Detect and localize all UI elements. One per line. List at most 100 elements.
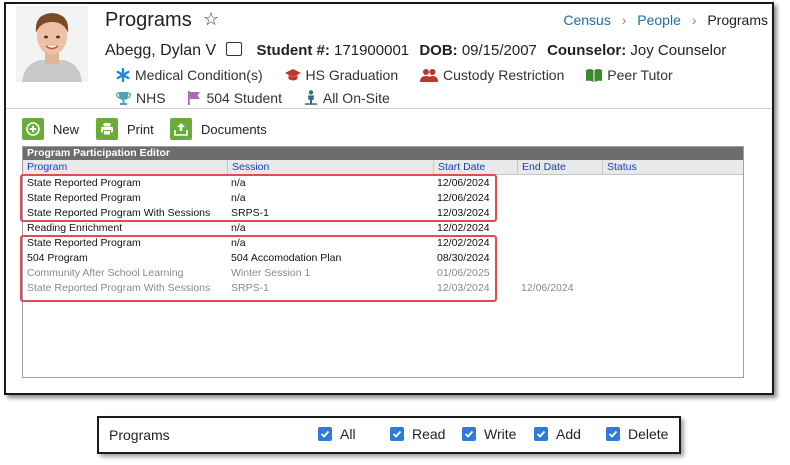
new-button[interactable]: New	[22, 118, 79, 140]
program-cell: State Reported Program With Sessions	[27, 282, 211, 294]
table-row-inactive[interactable]: Community After School Learning Winter S…	[23, 266, 743, 281]
flag-504-student[interactable]: 504 Student	[187, 87, 282, 110]
session-cell: SRPS-1	[231, 207, 269, 219]
flag-nhs[interactable]: NHS	[116, 87, 166, 110]
program-cell: State Reported Program	[27, 177, 141, 189]
program-cell: State Reported Program	[27, 192, 141, 204]
checkbox-label: Write	[484, 426, 517, 442]
checkbox-checked-icon	[606, 427, 620, 441]
column-header-end-date[interactable]: End Date	[517, 160, 566, 174]
breadcrumb-programs: Programs	[707, 12, 768, 28]
start-date-cell: 12/03/2024	[437, 282, 490, 294]
checkbox-write[interactable]: Write	[462, 426, 516, 442]
student-name: Abegg, Dylan V	[105, 42, 217, 59]
dob-label: DOB:	[419, 42, 458, 59]
flag-label: Peer Tutor	[607, 66, 673, 83]
checkbox-read[interactable]: Read	[390, 426, 445, 442]
dob-value: 09/15/2007	[461, 42, 537, 59]
chevron-right-icon: ›	[621, 12, 627, 28]
student-photo	[16, 6, 88, 82]
favorite-star-icon[interactable]: ☆	[203, 9, 219, 30]
flag-all-on-site[interactable]: All On-Site	[304, 86, 390, 109]
breadcrumb-census[interactable]: Census	[563, 12, 610, 28]
table-row-inactive[interactable]: State Reported Program With Sessions SRP…	[23, 281, 743, 296]
documents-button[interactable]: Documents	[170, 118, 267, 140]
trophy-icon	[116, 91, 131, 105]
person-icon	[304, 90, 318, 105]
flag-custody-restriction[interactable]: Custody Restriction	[420, 63, 564, 86]
counselor-value: Joy Counselor	[630, 42, 727, 59]
tool-rights-bar: Programs All Read Write Add Delete	[97, 416, 681, 454]
start-date-cell: 12/02/2024	[437, 237, 490, 249]
editor-column-headers: Program Session Start Date End Date Stat…	[23, 160, 743, 175]
session-cell: Winter Session 1	[231, 267, 311, 279]
people-icon	[420, 68, 438, 82]
session-cell: n/a	[231, 192, 246, 204]
documents-button-label: Documents	[201, 121, 267, 137]
start-date-cell: 12/06/2024	[437, 192, 490, 204]
flag-peer-tutor[interactable]: Peer Tutor	[586, 63, 673, 86]
checkbox-checked-icon	[462, 427, 476, 441]
table-row[interactable]: State Reported Program n/a 12/02/2024	[23, 236, 743, 251]
session-cell: 504 Accomodation Plan	[231, 252, 342, 264]
checkbox-label: All	[340, 426, 356, 442]
student-number: 171900001	[334, 42, 410, 59]
checkbox-checked-icon	[534, 427, 548, 441]
print-button-label: Print	[127, 121, 154, 137]
student-flags: Medical Condition(s) HS Graduation Custo…	[116, 63, 736, 110]
table-row[interactable]: State Reported Program n/a 12/06/2024	[23, 191, 743, 206]
table-row[interactable]: 504 Program 504 Accomodation Plan 08/30/…	[23, 251, 743, 266]
column-header-status[interactable]: Status	[602, 160, 637, 174]
flag-label: All On-Site	[322, 89, 390, 106]
counselor-label: Counselor:	[547, 42, 627, 59]
checkbox-label: Read	[412, 426, 446, 442]
flag-medical-conditions[interactable]: Medical Condition(s)	[116, 63, 263, 86]
program-cell: 504 Program	[27, 252, 88, 264]
editor-title: Program Participation Editor	[23, 147, 743, 160]
header-divider	[6, 108, 772, 109]
checkbox-label: Delete	[628, 426, 669, 442]
checkbox-label: Add	[556, 426, 581, 442]
column-header-start-date[interactable]: Start Date	[433, 160, 485, 174]
graduation-cap-icon	[284, 68, 301, 82]
programs-window: Programs ☆ Census › People › Programs Ab…	[4, 2, 774, 395]
checkbox-checked-icon	[390, 427, 404, 441]
flag-label: Custody Restriction	[443, 66, 565, 83]
printer-icon	[96, 118, 118, 140]
checkbox-delete[interactable]: Delete	[606, 426, 668, 442]
column-header-program[interactable]: Program	[23, 160, 67, 174]
student-number-label: Student #:	[256, 42, 330, 59]
asterisk-icon	[116, 67, 130, 82]
table-row[interactable]: State Reported Program With Sessions SRP…	[23, 206, 743, 221]
table-row[interactable]: Reading Enrichment n/a 12/02/2024	[23, 221, 743, 236]
flag-label: NHS	[136, 90, 166, 106]
checkbox-all[interactable]: All	[318, 426, 356, 442]
upload-icon	[170, 118, 192, 140]
program-cell: Community After School Learning	[27, 267, 184, 279]
program-cell: State Reported Program With Sessions	[27, 207, 211, 219]
tool-rights-title: Programs	[109, 427, 170, 443]
breadcrumb-people[interactable]: People	[637, 12, 681, 28]
checkbox-checked-icon	[318, 427, 332, 441]
flag-label: 504 Student	[206, 90, 282, 106]
editor-rows: State Reported Program n/a 12/06/2024 St…	[23, 175, 743, 296]
table-row[interactable]: State Reported Program n/a 12/06/2024	[23, 176, 743, 191]
breadcrumb: Census › People › Programs	[563, 12, 768, 28]
start-date-cell: 12/06/2024	[437, 177, 490, 189]
student-info: Abegg, Dylan V Student #: 171900001 DOB:…	[105, 42, 726, 60]
flag-hs-graduation[interactable]: HS Graduation	[284, 63, 398, 86]
start-date-cell: 12/03/2024	[437, 207, 490, 219]
new-button-label: New	[53, 121, 80, 137]
id-card-icon[interactable]	[226, 42, 243, 56]
column-header-session[interactable]: Session	[227, 160, 269, 174]
chevron-right-icon: ›	[691, 12, 697, 28]
print-button[interactable]: Print	[96, 118, 154, 140]
session-cell: SRPS-1	[231, 282, 269, 294]
start-date-cell: 08/30/2024	[437, 252, 490, 264]
session-cell: n/a	[231, 222, 246, 234]
session-cell: n/a	[231, 177, 246, 189]
flag-icon	[187, 91, 201, 105]
plus-circle-icon	[22, 118, 44, 140]
program-cell: Reading Enrichment	[27, 222, 123, 234]
checkbox-add[interactable]: Add	[534, 426, 581, 442]
